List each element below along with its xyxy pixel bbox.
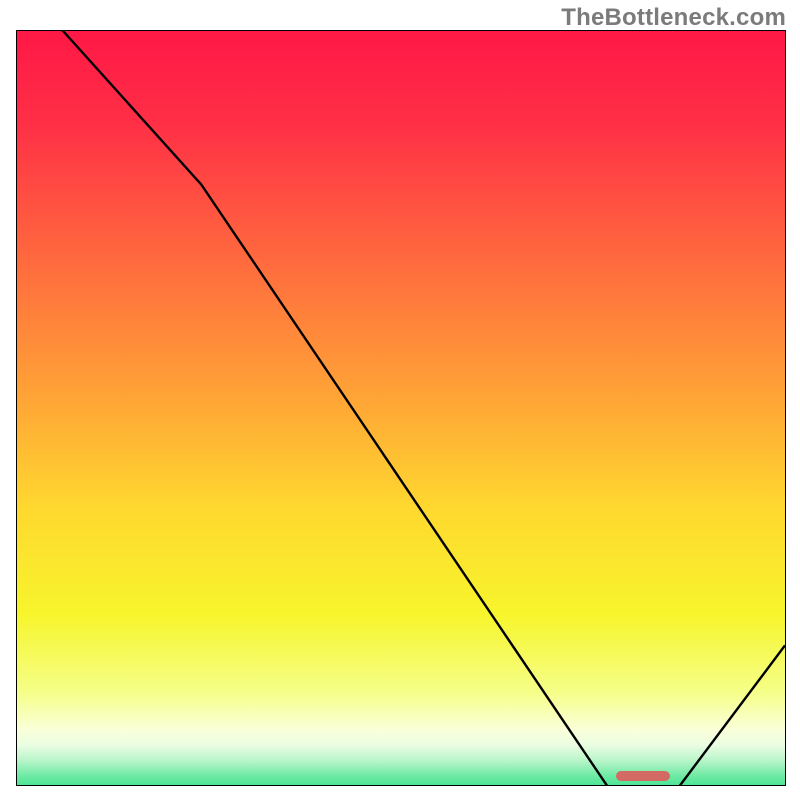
chart-area [16, 30, 786, 786]
watermark-text: TheBottleneck.com [561, 4, 786, 32]
chart-line [17, 31, 785, 786]
chart-line-path [17, 31, 785, 786]
optimal-zone-marker [616, 771, 670, 781]
